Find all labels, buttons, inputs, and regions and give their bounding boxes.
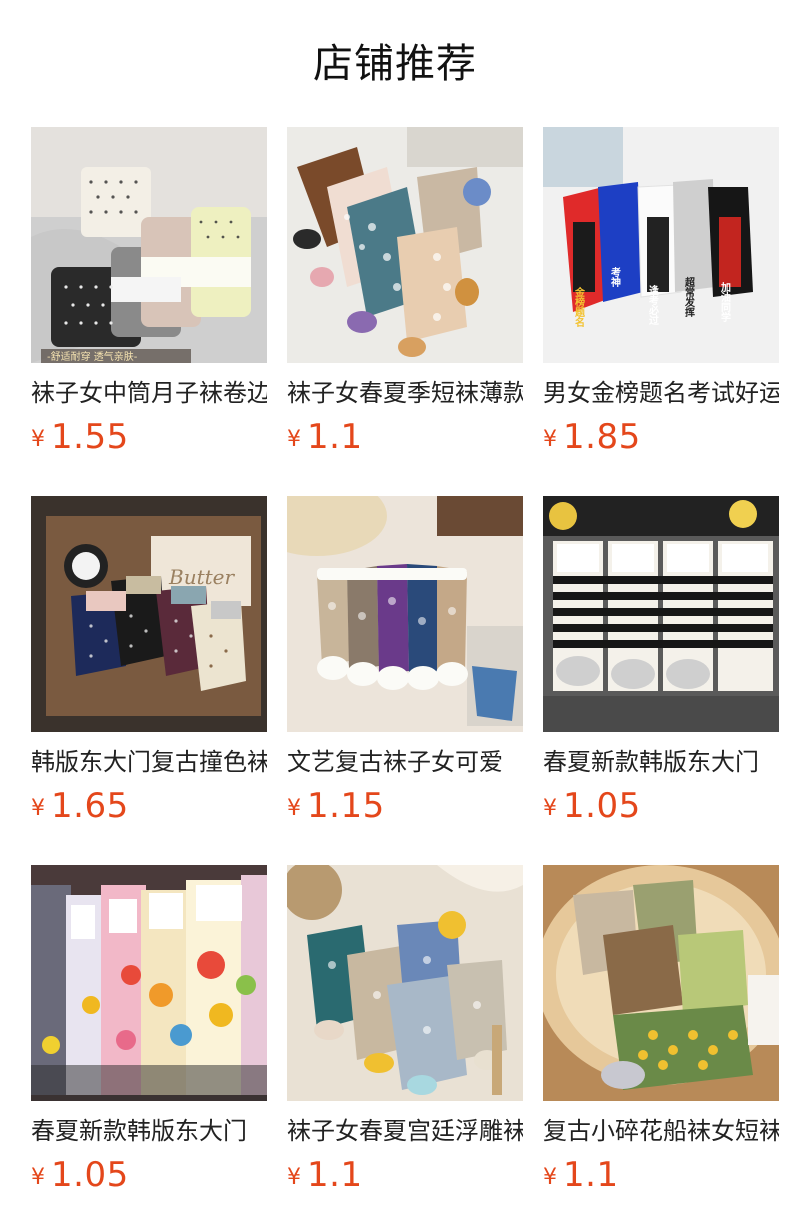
currency-symbol: ¥ <box>287 1165 301 1190</box>
product-price: ¥1.55 <box>31 417 267 457</box>
product-name[interactable]: 文艺复古袜子女可爱 <box>287 746 523 778</box>
product-price: ¥1.1 <box>543 1155 779 1195</box>
currency-symbol: ¥ <box>31 1165 45 1190</box>
product-image[interactable]: -舒适耐穿 透气亲肤- <box>31 127 267 363</box>
section-title: 店铺推荐 <box>313 41 477 87</box>
image-label: 考神 <box>609 266 621 288</box>
product-name[interactable]: 春夏新款韩版东大门 <box>543 746 779 778</box>
product-name[interactable]: 复古小碎花船袜女短袜 <box>543 1115 779 1147</box>
product-card[interactable]: 袜子女春夏季短袜薄款 ¥1.1 <box>287 127 523 496</box>
product-name[interactable]: 春夏新款韩版东大门 <box>31 1115 267 1147</box>
price-value: 1.05 <box>563 786 641 826</box>
product-card[interactable]: 金榜题名 考神 逢考必过 超常发挥 加油同学 男女金榜题名考试好运 ¥1.85 <box>543 127 779 496</box>
product-price: ¥1.85 <box>543 417 779 457</box>
product-price: ¥1.15 <box>287 786 523 826</box>
store-recommend-page: 店铺推荐 -舒适耐穿 透气亲肤- 袜子女中筒月子袜卷边 ¥ 1.55 袜子女春夏… <box>0 0 790 1232</box>
product-price: ¥1.05 <box>31 1155 267 1195</box>
product-card[interactable]: -舒适耐穿 透气亲肤- 袜子女中筒月子袜卷边 ¥1.55 <box>31 127 267 496</box>
price-value: 1.1 <box>563 1155 619 1195</box>
product-image[interactable]: 金榜题名 考神 逢考必过 超常发挥 加油同学 <box>543 127 779 363</box>
price-value: 1.05 <box>51 1155 129 1195</box>
product-card[interactable]: 袜子女春夏宫廷浮雕袜 ¥1.1 <box>287 865 523 1232</box>
product-image[interactable] <box>287 865 523 1101</box>
product-grid: -舒适耐穿 透气亲肤- 袜子女中筒月子袜卷边 ¥1.55 袜子女春夏季短袜薄款 … <box>31 127 779 1232</box>
product-card[interactable]: 复古小碎花船袜女短袜 ¥1.1 <box>543 865 779 1232</box>
currency-symbol: ¥ <box>287 796 301 821</box>
price-value: 1.85 <box>563 417 641 457</box>
currency-symbol: ¥ <box>543 427 557 452</box>
product-name[interactable]: 袜子女春夏季短袜薄款 <box>287 377 523 409</box>
image-caption: -舒适耐穿 透气亲肤- <box>47 350 138 363</box>
product-card[interactable]: 文艺复古袜子女可爱 ¥1.15 <box>287 496 523 865</box>
price-value: 1.55 <box>51 417 129 457</box>
price-value: 1.1 <box>307 417 363 457</box>
currency-symbol: ¥ <box>31 796 45 821</box>
product-price: ¥1.05 <box>543 786 779 826</box>
currency-symbol: ¥ <box>543 1165 557 1190</box>
product-image[interactable] <box>287 127 523 363</box>
currency-symbol: ¥ <box>31 427 45 452</box>
price-value: 1.65 <box>51 786 129 826</box>
product-image[interactable] <box>543 496 779 732</box>
product-card[interactable]: Butter 韩版东大门复古撞色袜 ¥ 1.65 <box>31 496 267 865</box>
product-name[interactable]: 男女金榜题名考试好运 <box>543 377 779 409</box>
product-image[interactable] <box>31 865 267 1101</box>
product-card[interactable]: 春夏新款韩版东大门 ¥1.05 <box>31 865 267 1232</box>
product-name[interactable]: 袜子女春夏宫廷浮雕袜 <box>287 1115 523 1147</box>
product-image[interactable]: Butter <box>31 496 267 732</box>
product-image[interactable] <box>543 865 779 1101</box>
currency-symbol: ¥ <box>287 427 301 452</box>
product-price: ¥1.1 <box>287 417 523 457</box>
product-image[interactable] <box>287 496 523 732</box>
product-price: ¥1.1 <box>287 1155 523 1195</box>
image-label: Butter <box>168 565 235 589</box>
price-value: 1.1 <box>307 1155 363 1195</box>
product-price: ¥1.65 <box>31 786 267 826</box>
product-name[interactable]: 韩版东大门复古撞色袜 <box>31 746 267 778</box>
product-name[interactable]: 袜子女中筒月子袜卷边 <box>31 377 267 409</box>
product-card[interactable]: 春夏新款韩版东大门 ¥1.05 <box>543 496 779 865</box>
price-value: 1.15 <box>307 786 385 826</box>
currency-symbol: ¥ <box>543 796 557 821</box>
